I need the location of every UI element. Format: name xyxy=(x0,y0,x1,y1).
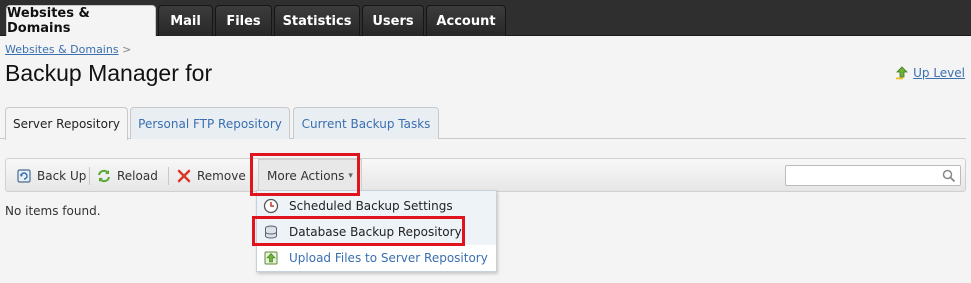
toolbar-separator xyxy=(89,167,90,185)
more-actions-label: More Actions xyxy=(267,169,345,183)
database-icon xyxy=(265,225,277,239)
reload-label: Reload xyxy=(117,169,158,183)
more-actions-dropdown: Scheduled Backup Settings Database Backu… xyxy=(256,190,497,272)
breadcrumb: Websites & Domains > xyxy=(5,43,131,56)
tab-websites-domains[interactable]: Websites & Domains xyxy=(6,5,156,36)
tab-server-repository[interactable]: Server Repository xyxy=(5,107,128,140)
chevron-down-icon: ▾ xyxy=(348,171,353,181)
up-arrow-icon xyxy=(896,66,909,80)
menu-item-label: Upload Files to Server Repository xyxy=(289,251,488,265)
tab-account[interactable]: Account xyxy=(426,5,506,36)
menu-item-database-backup-repository[interactable]: Database Backup Repository xyxy=(257,219,496,245)
tab-current-backup-tasks[interactable]: Current Backup Tasks xyxy=(293,107,439,139)
reload-icon xyxy=(98,169,110,183)
menu-item-label: Scheduled Backup Settings xyxy=(289,199,453,213)
back-up-button[interactable]: Back Up xyxy=(16,159,86,193)
remove-button[interactable]: Remove xyxy=(176,159,246,193)
clock-icon xyxy=(263,198,279,214)
menu-item-label: Database Backup Repository xyxy=(289,225,462,239)
search-icon[interactable] xyxy=(942,169,956,183)
empty-list-message: No items found. xyxy=(5,204,101,218)
menu-item-upload-files-to-server-repository[interactable]: Upload Files to Server Repository xyxy=(257,245,496,271)
remove-label: Remove xyxy=(197,169,246,183)
breadcrumb-websites-domains-link[interactable]: Websites & Domains xyxy=(5,43,119,56)
upload-icon xyxy=(264,251,278,265)
tab-users[interactable]: Users xyxy=(362,5,424,36)
toolbar-separator xyxy=(168,167,169,185)
up-level-label: Up Level xyxy=(913,66,965,80)
search-box[interactable] xyxy=(785,165,961,186)
reload-button[interactable]: Reload xyxy=(96,159,158,193)
remove-icon xyxy=(177,169,191,183)
up-level-link[interactable]: Up Level xyxy=(895,66,965,80)
tab-personal-ftp-repository[interactable]: Personal FTP Repository xyxy=(130,107,290,139)
more-actions-button[interactable]: More Actions ▾ xyxy=(258,159,362,193)
search-input[interactable] xyxy=(786,166,936,185)
toolbar: Back Up Reload Remove More Actions ▾ xyxy=(5,158,966,193)
back-up-label: Back Up xyxy=(37,169,87,183)
backup-icon xyxy=(17,169,31,183)
page-title: Backup Manager for xyxy=(5,60,213,86)
tab-mail[interactable]: Mail xyxy=(158,5,213,36)
tab-files[interactable]: Files xyxy=(215,5,272,36)
menu-item-scheduled-backup-settings[interactable]: Scheduled Backup Settings xyxy=(257,193,496,219)
breadcrumb-separator: > xyxy=(122,43,132,56)
top-navigation-bar: Websites & Domains Mail Files Statistics… xyxy=(0,0,971,36)
tab-statistics[interactable]: Statistics xyxy=(274,5,360,36)
